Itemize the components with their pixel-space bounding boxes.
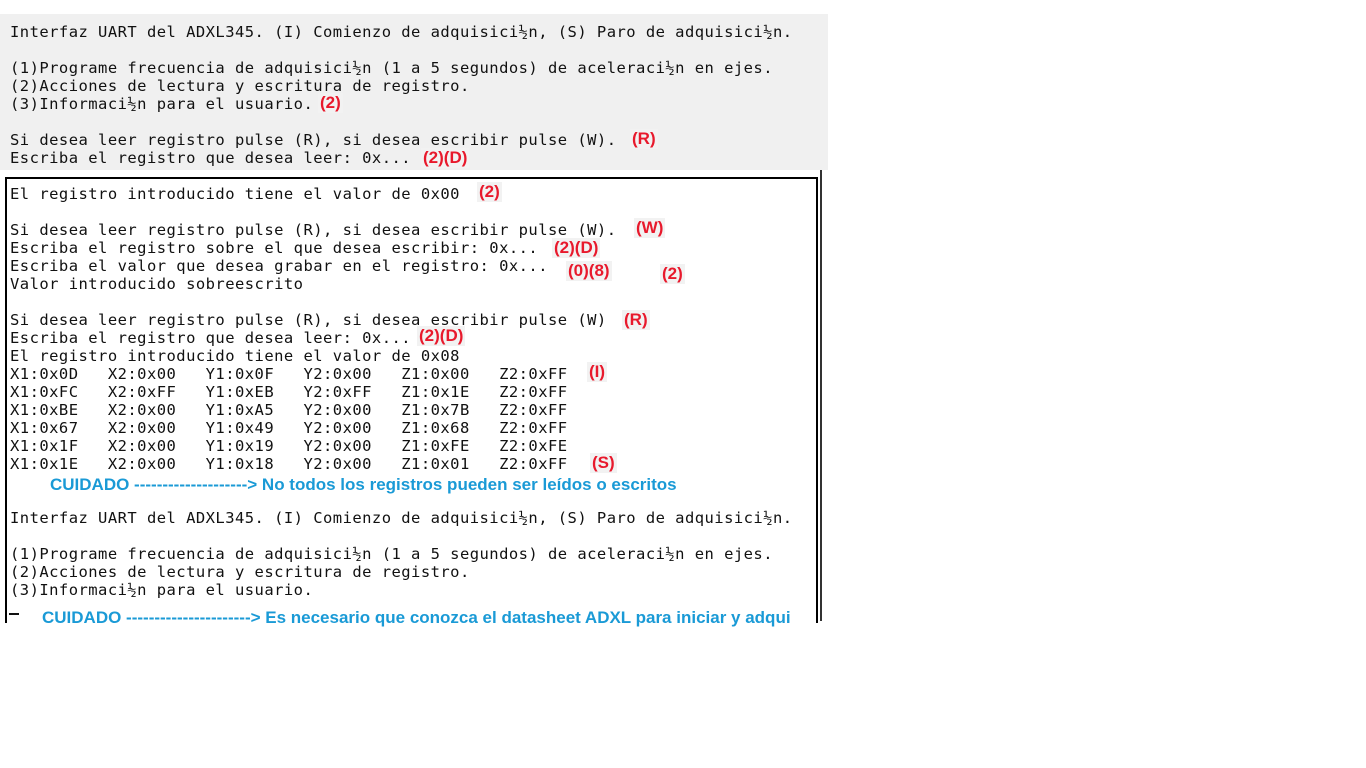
annotation-label: (2)(D) (417, 326, 466, 346)
annotation-label: (R) (630, 129, 658, 149)
terminal-line: (3)Informaci½n para el usuario. (10, 95, 314, 113)
accel-data-row: X1:0xBE X2:0x00 Y1:0xA5 Y2:0x00 Z1:0x7B … (10, 401, 568, 419)
terminal-line: Escriba el registro que desea leer: 0x..… (10, 149, 412, 167)
accel-data-row: X1:0x1F X2:0x00 Y1:0x19 Y2:0x00 Z1:0xFE … (10, 437, 568, 455)
annotation-label: (R) (622, 310, 650, 330)
annotation-label: (0)(8) (566, 261, 612, 281)
warning-note: CUIDADO --------------------> No todos l… (50, 475, 677, 494)
terminal-scrollbar-edge (820, 170, 822, 621)
accel-data-row: X1:0x1E X2:0x00 Y1:0x18 Y2:0x00 Z1:0x01 … (10, 455, 568, 473)
terminal-line: Valor introducido sobreescrito (10, 275, 304, 293)
accel-data-row: X1:0xFC X2:0xFF Y1:0xEB Y2:0xFF Z1:0x1E … (10, 383, 568, 401)
accel-data-row: X1:0x0D X2:0x00 Y1:0x0F Y2:0x00 Z1:0x00 … (10, 365, 568, 383)
annotation-label: (2)(D) (552, 238, 601, 258)
terminal-line: Escriba el registro sobre el que desea e… (10, 239, 539, 257)
annotation-label: (2) (660, 264, 685, 284)
terminal-line: Si desea leer registro pulse (R), si des… (10, 221, 617, 239)
accel-data-row: X1:0x67 X2:0x00 Y1:0x49 Y2:0x00 Z1:0x68 … (10, 419, 568, 437)
annotation-label: (2) (318, 93, 343, 113)
terminal-line: (1)Programe frecuencia de adquisici½n (1… (10, 59, 773, 77)
terminal-line: El registro introducido tiene el valor d… (10, 185, 460, 203)
terminal-line: (1)Programe frecuencia de adquisici½n (1… (10, 545, 773, 563)
terminal-line: Interfaz UART del ADXL345. (I) Comienzo … (10, 509, 793, 527)
terminal-line: (2)Acciones de lectura y escritura de re… (10, 77, 470, 95)
annotation-label: (W) (634, 218, 666, 238)
terminal-line: Si desea leer registro pulse (R), si des… (10, 131, 617, 149)
annotation-label: (S) (590, 453, 617, 473)
terminal-line: El registro introducido tiene el valor d… (10, 347, 460, 365)
terminal-line: (2)Acciones de lectura y escritura de re… (10, 563, 470, 581)
annotation-label: (2)(D) (421, 148, 470, 168)
terminal-line: Si desea leer registro pulse (R), si des… (10, 311, 607, 329)
terminal-line: Escriba el registro que desea leer: 0x..… (10, 329, 412, 347)
terminal-line: (3)Informaci½n para el usuario. (10, 581, 314, 599)
terminal-cursor (9, 613, 19, 615)
annotation-label: (2) (477, 182, 502, 202)
terminal-line: Interfaz UART del ADXL345. (I) Comienzo … (10, 23, 793, 41)
warning-note: CUIDADO ----------------------> Es neces… (42, 608, 791, 627)
annotation-label: (I) (587, 362, 608, 382)
terminal-line: Escriba el valor que desea grabar en el … (10, 257, 548, 275)
